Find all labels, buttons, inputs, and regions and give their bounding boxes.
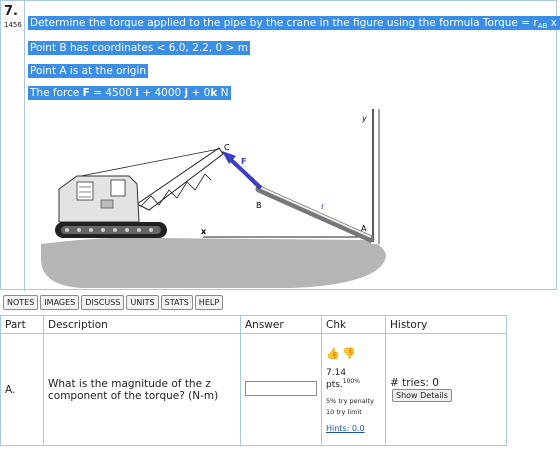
tab-discuss[interactable]: DISCUSS	[81, 295, 125, 310]
table-header-row: Part Description Answer Chk History	[0, 315, 507, 334]
header-chk: Chk	[321, 315, 386, 334]
header-history: History	[385, 315, 507, 334]
chk-cell: 👍 👎 7.14 pts.100% 5% try penalty 10 try …	[321, 333, 386, 446]
problem-panel: 7. 1456 Determine the torque applied to …	[0, 0, 560, 291]
ground	[41, 237, 386, 288]
table-row: A. What is the magnitude of the z compon…	[0, 333, 507, 446]
part-label: A.	[0, 333, 44, 446]
parts-table: Part Description Answer Chk History A. W…	[0, 315, 507, 446]
points-value: 7.14 pts.100%	[326, 367, 360, 390]
tries-count: # tries: 0	[390, 377, 439, 389]
force-label-f: F	[241, 157, 246, 166]
tab-help[interactable]: HELP	[194, 295, 224, 310]
tab-notes[interactable]: NOTES	[3, 295, 39, 310]
problem-id: 1456	[4, 21, 22, 29]
point-b-label: B	[256, 201, 262, 210]
point-a-label: A	[361, 224, 367, 233]
problem-number-column: 7. 1456	[1, 1, 25, 291]
problem-statement-line-4: The force F = 4500 i + 4000 j + 0k N	[28, 86, 231, 100]
answer-input[interactable]	[245, 380, 317, 396]
try-penalty: 5% try penalty	[326, 396, 374, 405]
thumbs-down-icon[interactable]: 👎	[342, 347, 356, 360]
pipe	[255, 185, 375, 243]
tab-stats[interactable]: STATS	[160, 295, 193, 310]
wall	[371, 109, 391, 244]
try-limit: 10 try limit	[326, 407, 362, 416]
problem-number: 7.	[4, 4, 18, 19]
point-c-label: C	[224, 143, 230, 152]
problem-statement-line-1: Determine the torque applied to the pipe…	[28, 16, 560, 30]
tab-images[interactable]: IMAGES	[40, 295, 80, 310]
answer-cell	[240, 333, 322, 446]
show-details-button[interactable]: Show Details	[392, 389, 452, 402]
problem-tabs: NOTES IMAGES DISCUSS UNITS STATS HELP	[3, 295, 224, 310]
problem-statement-line-3: Point A is at the origin	[28, 64, 149, 78]
header-part: Part	[0, 315, 44, 334]
x-axis-label: x	[201, 227, 207, 236]
crane-cab	[58, 175, 140, 223]
y-axis-label: y	[361, 114, 367, 123]
tab-units[interactable]: UNITS	[126, 295, 159, 310]
part-description: What is the magnitude of the z component…	[43, 333, 241, 446]
header-description: Description	[43, 315, 241, 334]
pipe-label-r: r	[321, 202, 325, 211]
hints-link[interactable]: Hints: 0.0	[326, 424, 381, 433]
history-cell: # tries: 0 Show Details	[385, 333, 507, 446]
header-answer: Answer	[240, 315, 322, 334]
crane-figure: y x r A B F C	[41, 109, 391, 288]
thumbs-up-icon[interactable]: 👍	[326, 347, 340, 360]
problem-statement-line-2: Point B has coordinates < 6.0, 2.2, 0 > …	[28, 41, 250, 55]
